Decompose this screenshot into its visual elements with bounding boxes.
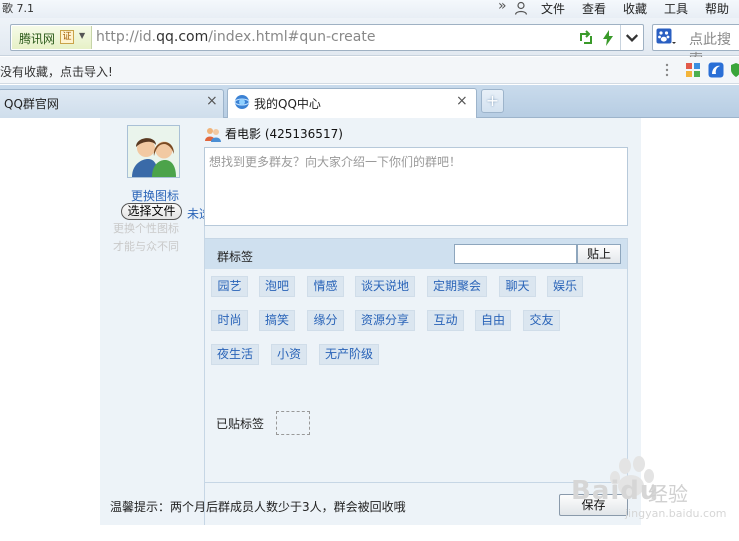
tag-chip[interactable]: 互动	[427, 310, 464, 331]
menu-view[interactable]: 查看	[582, 0, 606, 17]
tag-chip[interactable]: 资源分享	[355, 310, 415, 331]
tag-chip[interactable]: 无产阶级	[319, 344, 379, 365]
tag-input[interactable]	[454, 244, 577, 264]
window-title-fragment: 歌 7.1	[2, 2, 34, 15]
chevron-down-icon[interactable]: ▼	[79, 31, 85, 40]
apps-grid-icon[interactable]	[685, 62, 701, 78]
certificate-icon[interactable]: 证	[60, 30, 74, 44]
posted-tag-slot	[276, 411, 310, 435]
tags-section	[204, 238, 628, 483]
tag-chip[interactable]: 娱乐	[547, 276, 583, 297]
icon-hint-line2: 才能与众不同	[113, 240, 179, 253]
tab-close-button[interactable]: ×	[206, 93, 218, 109]
url-text[interactable]: http://id.qq.com/index.html#qun-create	[96, 29, 375, 45]
lightning-icon[interactable]	[602, 30, 614, 46]
intro-placeholder: 想找到更多群友？向大家介绍一下你们的群吧！	[209, 155, 462, 169]
warm-tip: 温馨提示：两个月后群成员人数少于3人，群会被回收哦	[110, 500, 406, 514]
site-name: 腾讯网	[19, 32, 56, 46]
new-tab-button[interactable]: +	[481, 89, 504, 113]
menu-file[interactable]: 文件	[541, 0, 565, 17]
refresh-icon[interactable]	[578, 30, 594, 46]
shield-icon[interactable]	[730, 62, 739, 78]
menu-favorites[interactable]: 收藏	[623, 0, 647, 17]
tag-chip[interactable]: 交友	[523, 310, 560, 331]
icon-hint-line1: 更换个性图标	[113, 222, 179, 235]
tab-label: QQ群官网	[4, 97, 59, 111]
menu-overflow[interactable]: »	[498, 0, 507, 14]
ie-globe-icon	[234, 95, 250, 109]
menu-help[interactable]: 帮助	[705, 0, 729, 17]
user-icon[interactable]	[514, 1, 528, 15]
tag-chip[interactable]: 自由	[475, 310, 511, 331]
couple-avatar-icon	[128, 126, 179, 177]
tab-label: 我的QQ中心	[254, 97, 321, 111]
tag-chip[interactable]: 搞笑	[259, 310, 295, 331]
watermark-sub: 经验	[648, 482, 688, 506]
favorites-import-link[interactable]: 没有收藏，点击导入!	[0, 63, 113, 80]
tag-chip[interactable]: 夜生活	[211, 344, 259, 365]
choose-file-button[interactable]: 选择文件	[121, 203, 182, 220]
tags-title: 群标签	[217, 250, 254, 264]
qq-browser-icon[interactable]	[708, 62, 724, 78]
menu-tools[interactable]: 工具	[664, 0, 688, 17]
tag-chip[interactable]: 泡吧	[259, 276, 295, 297]
group-avatar	[127, 125, 180, 178]
tag-chip[interactable]: 谈天说地	[355, 276, 415, 297]
change-icon-link[interactable]: 更换图标	[131, 187, 179, 204]
watermark-url: jingyan.baidu.com	[625, 507, 727, 520]
posted-tags-label: 已贴标签	[216, 417, 265, 431]
tag-chip[interactable]: 聊天	[499, 276, 536, 297]
tag-chip[interactable]: 时尚	[211, 310, 248, 331]
tag-chip[interactable]: 情感	[307, 276, 344, 297]
more-dots-icon[interactable]	[665, 63, 679, 77]
tag-chip[interactable]: 定期聚会	[427, 276, 487, 297]
address-dropdown-icon[interactable]	[620, 25, 643, 50]
tag-chip[interactable]: 小资	[271, 344, 307, 365]
watermark-brand: Baidu	[571, 476, 660, 506]
baidu-paw-icon[interactable]	[656, 28, 676, 46]
tab-close-button[interactable]: ×	[456, 93, 468, 109]
tag-chip[interactable]: 缘分	[307, 310, 344, 331]
add-tag-button[interactable]: 贴上	[577, 244, 621, 264]
group-name: 看电影 (425136517)	[225, 127, 343, 141]
file-status-text: 未选择任何文件	[187, 207, 204, 221]
tag-chip[interactable]: 园艺	[211, 276, 248, 297]
group-icon	[205, 128, 221, 142]
